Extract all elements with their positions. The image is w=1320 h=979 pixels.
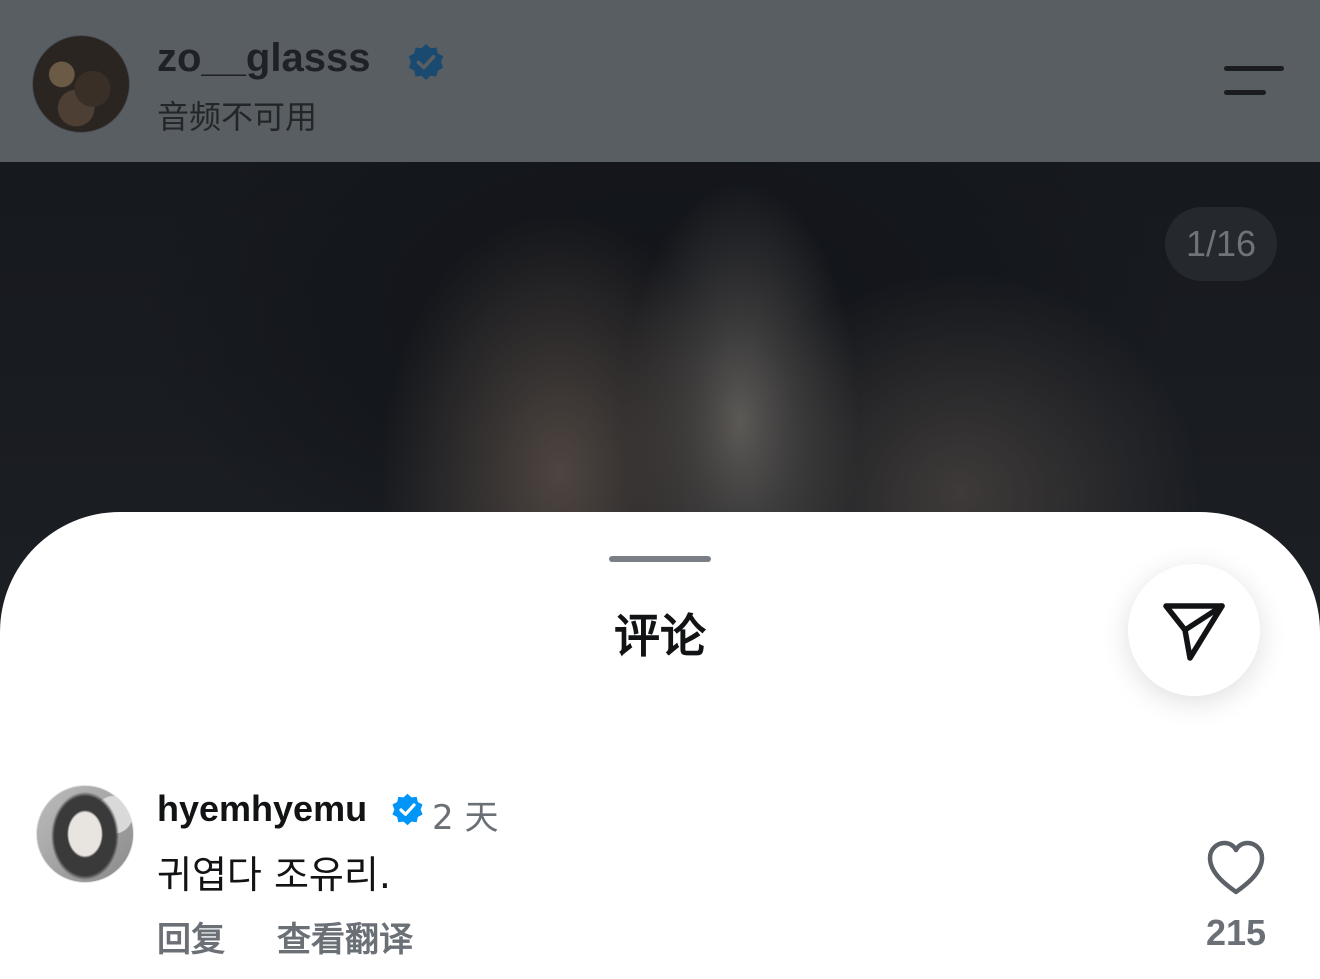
share-button[interactable] (1128, 564, 1260, 696)
send-icon (1163, 603, 1225, 661)
audio-status-label: 音频不可用 (157, 98, 318, 136)
comment-timestamp: 2 天 (432, 798, 499, 838)
reply-button[interactable]: 回复 (157, 912, 225, 961)
post-author-username[interactable]: zo__glasss (157, 36, 370, 81)
app-root: zo__glasss 音频不可用 1/16 评论 hyemhyemu 2 天 귀… (0, 0, 1320, 979)
sheet-title: 评论 (614, 609, 706, 663)
verified-badge-icon (408, 44, 444, 80)
menu-icon[interactable] (1220, 60, 1286, 104)
post-author-avatar[interactable] (32, 35, 130, 133)
see-translation-button[interactable]: 查看翻译 (277, 912, 413, 961)
like-count: 215 (1205, 912, 1267, 953)
comments-sheet: 评论 hyemhyemu 2 天 귀엽다 조유리. 回复 查看翻译 215 (0, 512, 1320, 979)
heart-icon[interactable] (1204, 838, 1268, 898)
comment-author-username[interactable]: hyemhyemu (157, 788, 367, 830)
comment-text: 귀엽다 조유리. (157, 853, 391, 897)
sheet-drag-handle[interactable] (609, 556, 711, 562)
verified-badge-icon (392, 793, 423, 826)
post-header: zo__glasss 音频不可用 (0, 0, 1320, 162)
comment-author-avatar[interactable] (36, 785, 134, 883)
page-counter-badge: 1/16 (1165, 207, 1277, 281)
